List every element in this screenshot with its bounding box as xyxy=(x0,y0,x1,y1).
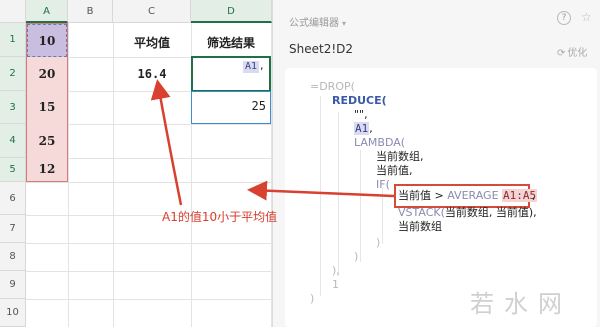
code-arg-array: 当前数组, xyxy=(376,150,424,163)
row-header-2[interactable]: 2 xyxy=(0,57,26,91)
cell-c1-header: 平均值 xyxy=(133,36,170,50)
cell-a3-value: 15 xyxy=(38,100,56,114)
panel-title[interactable]: 公式编辑器 ▾ xyxy=(289,14,346,29)
cell-d3-value: 25 xyxy=(251,99,266,113)
code-drop: =DROP( xyxy=(310,80,355,93)
code-cond-left: 当前值 xyxy=(398,189,431,202)
code-close-lambda: ) xyxy=(354,250,359,263)
chevron-down-icon[interactable]: ▾ xyxy=(342,19,346,28)
cell-d2-ref-chip: A1 xyxy=(243,61,260,73)
row-header-10[interactable]: 10 xyxy=(0,299,26,327)
watermark: 若水网 xyxy=(470,290,572,318)
code-vstack-line: VSTACK(当前数组, 当前值), xyxy=(398,206,537,220)
indent-guide xyxy=(360,150,361,262)
formula-editor-panel: 公式编辑器 ▾ ? ☆ Sheet2!D2 ⟳ 优化 xyxy=(272,0,600,327)
spreadsheet: A B C D 1 2 3 4 5 6 7 8 9 10 10 20 15 25… xyxy=(0,0,272,327)
cell-d2-suffix: , xyxy=(260,59,264,72)
gridline xyxy=(26,182,272,183)
gridline xyxy=(26,243,272,244)
cell-a4-value: 25 xyxy=(38,134,56,148)
gridline xyxy=(68,23,69,327)
code-a1: A1 xyxy=(354,122,370,135)
code-vstack: VSTACK( xyxy=(398,206,445,219)
row-header-4[interactable]: 4 xyxy=(0,124,26,158)
code-close-if: ) xyxy=(376,236,381,249)
panel-title-text: 公式编辑器 xyxy=(289,18,339,29)
indent-guide xyxy=(382,188,383,244)
row-header-6[interactable]: 6 xyxy=(0,182,26,215)
column-header-c[interactable]: C xyxy=(113,0,191,23)
code-cond-op: > xyxy=(434,189,444,202)
cell-a2-value: 20 xyxy=(38,67,56,81)
column-header-a[interactable]: A xyxy=(26,0,68,23)
column-header-d[interactable]: D xyxy=(191,0,272,23)
row-header-1[interactable]: 1 xyxy=(0,23,26,57)
row-header-5[interactable]: 5 xyxy=(0,158,26,182)
gridline xyxy=(26,299,272,300)
code-a1-line: A1, xyxy=(354,122,373,136)
code-condition: 当前值 > AVERAGE A1:A5 xyxy=(398,189,538,203)
select-all-corner[interactable] xyxy=(0,0,26,23)
cell-a5-value: 12 xyxy=(38,162,56,176)
row-header-9[interactable]: 9 xyxy=(0,271,26,299)
code-lambda: LAMBDA( xyxy=(354,136,406,149)
column-header-b[interactable]: B xyxy=(68,0,113,23)
row-header-3[interactable]: 3 xyxy=(0,91,26,124)
cell-d1-header: 筛选结果 xyxy=(206,36,255,50)
cell-a1-value: 10 xyxy=(38,34,56,48)
help-icon[interactable]: ? xyxy=(557,11,571,25)
cell-c2-average: 16.4 xyxy=(137,67,167,81)
code-empty-string: "", xyxy=(354,108,368,121)
code-arg-value: 当前值, xyxy=(376,164,413,177)
row-header-7[interactable]: 7 xyxy=(0,215,26,243)
code-if: IF( xyxy=(376,178,390,191)
code-close-drop: ) xyxy=(310,292,315,305)
pin-icon[interactable]: ☆ xyxy=(581,10,592,24)
code-a1-comma: , xyxy=(369,122,373,135)
code-vstack-args: 当前数组, 当前值), xyxy=(444,206,537,219)
row-header-8[interactable]: 8 xyxy=(0,243,26,271)
optimize-button[interactable]: ⟳ 优化 xyxy=(557,44,587,59)
annotation-text: A1的值10小于平均值 xyxy=(162,210,278,224)
cell-reference: Sheet2!D2 xyxy=(289,42,354,56)
code-else-arg: 当前数组 xyxy=(398,220,442,233)
indent-guide xyxy=(338,112,339,276)
code-close-reduce: ), xyxy=(332,264,340,277)
code-reduce: REDUCE( xyxy=(332,94,387,107)
code-cond-average: AVERAGE xyxy=(447,189,499,202)
indent-guide xyxy=(320,96,321,296)
code-drop-arg: 1 xyxy=(332,278,339,291)
gridline xyxy=(26,271,272,272)
optimize-label: 优化 xyxy=(567,48,588,59)
code-cond-comma: , xyxy=(532,189,536,202)
optimize-icon: ⟳ xyxy=(557,48,566,59)
